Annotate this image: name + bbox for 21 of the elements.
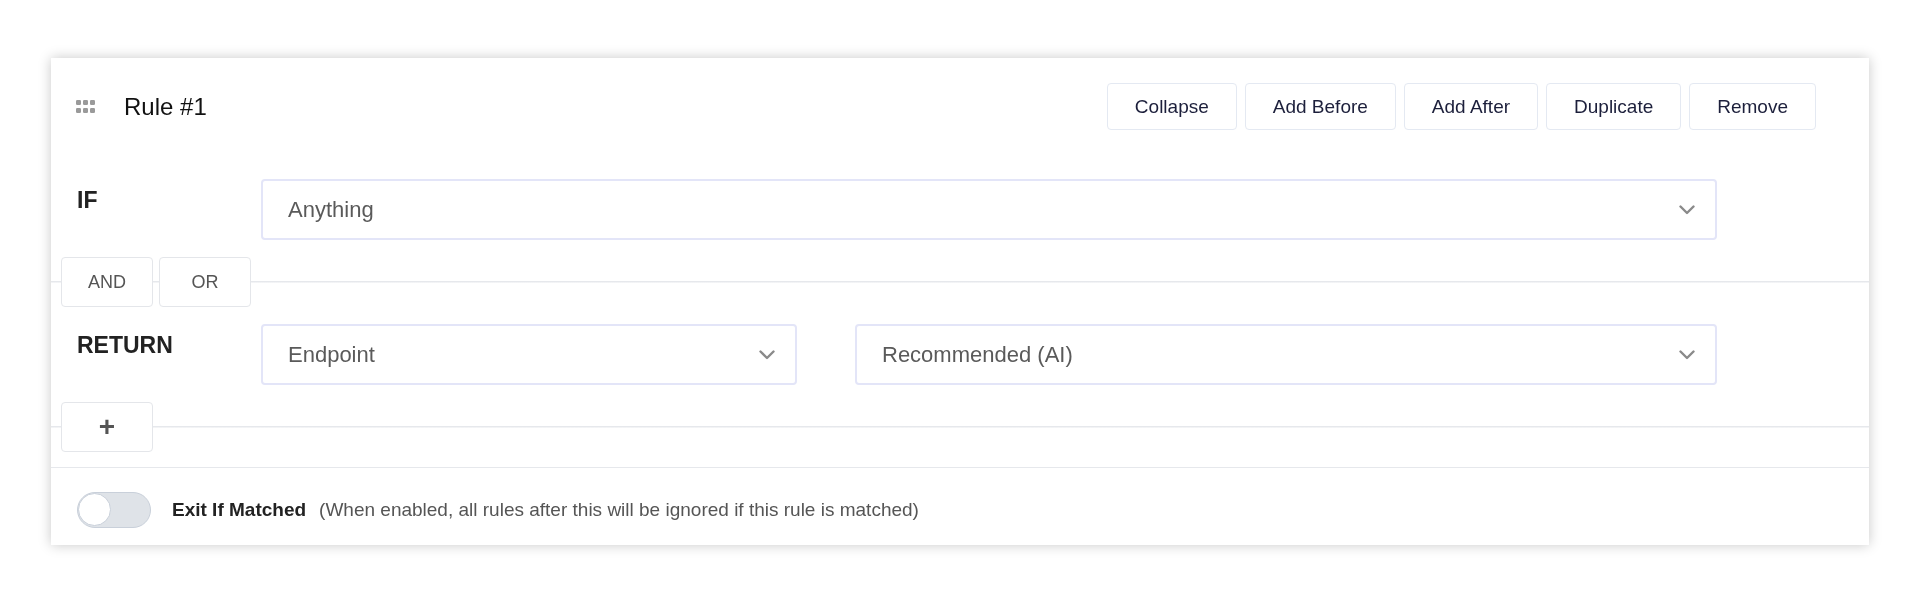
add-button[interactable]: + bbox=[61, 402, 153, 452]
chevron-down-icon bbox=[1679, 204, 1695, 215]
action-button[interactable]: Collapse bbox=[1106, 83, 1237, 130]
action-button[interactable]: Duplicate bbox=[1546, 83, 1682, 130]
return-label: RETURN bbox=[77, 331, 174, 359]
toggle-switch[interactable] bbox=[77, 492, 151, 528]
logic-button[interactable]: AND bbox=[61, 257, 153, 307]
return-select[interactable]: Recommended (AI) bbox=[855, 324, 1717, 385]
logic-button[interactable]: OR bbox=[159, 257, 251, 307]
toggle-label: Exit If Matched bbox=[172, 499, 307, 521]
chevron-down-icon bbox=[759, 349, 775, 360]
grip-icon[interactable] bbox=[76, 99, 95, 114]
chevron-down-icon bbox=[1679, 349, 1695, 360]
action-button[interactable]: Remove bbox=[1689, 83, 1816, 130]
rule-title: Rule #1 bbox=[124, 92, 207, 121]
condition-select[interactable]: Anything bbox=[261, 179, 1717, 240]
condition-label: IF bbox=[77, 186, 99, 214]
action-button[interactable]: Add Before bbox=[1244, 83, 1396, 130]
return-select[interactable]: Endpoint bbox=[261, 324, 797, 385]
action-button[interactable]: Add After bbox=[1403, 83, 1539, 130]
toggle-description: (When enabled, all rules after this will be ignored if this rule is matched) bbox=[319, 499, 919, 521]
